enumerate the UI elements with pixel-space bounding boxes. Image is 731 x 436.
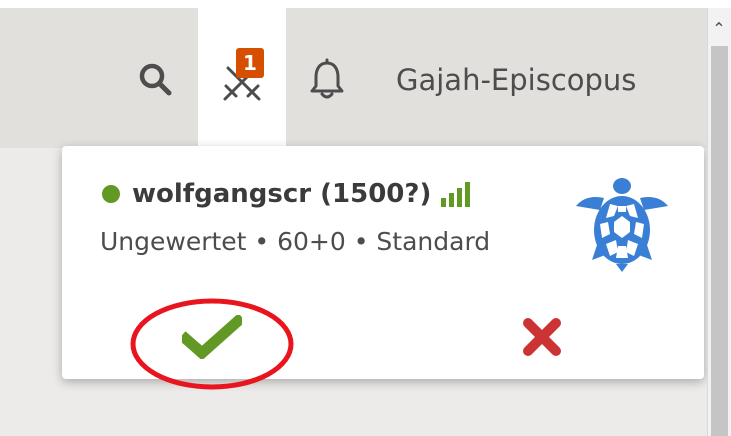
decline-challenge-button[interactable] [492, 306, 592, 368]
top-strip [0, 0, 731, 8]
cross-icon [523, 318, 561, 356]
challenge-item: wolfgangscr (1500?) Ungewertet • 60+0 • … [62, 146, 704, 379]
online-status-dot [102, 185, 120, 203]
challenge-dropdown: wolfgangscr (1500?) Ungewertet • 60+0 • … [62, 146, 704, 379]
notification-badge: 1 [236, 48, 264, 78]
notifications-button[interactable] [305, 56, 349, 104]
signal-bars-icon [441, 181, 471, 207]
scrollbar-thumb[interactable] [711, 46, 728, 436]
challenger-name[interactable]: wolfgangscr (1500?) [132, 179, 431, 209]
challenger-line: wolfgangscr (1500?) [102, 176, 471, 212]
scroll-up-arrow-icon[interactable]: ⌃ [712, 21, 726, 37]
accept-challenge-button[interactable] [162, 306, 262, 368]
bell-icon [310, 58, 344, 99]
challenges-tab[interactable]: 1 [198, 8, 286, 168]
user-menu-link[interactable]: Gajah-Episcopus [396, 56, 636, 104]
search-icon [139, 63, 172, 96]
turtle-icon [576, 178, 668, 272]
search-button[interactable] [134, 58, 178, 102]
scrollbar[interactable]: ⌃ [707, 8, 731, 436]
challenge-details: Ungewertet • 60+0 • Standard [100, 227, 491, 256]
checkmark-icon [182, 315, 242, 359]
